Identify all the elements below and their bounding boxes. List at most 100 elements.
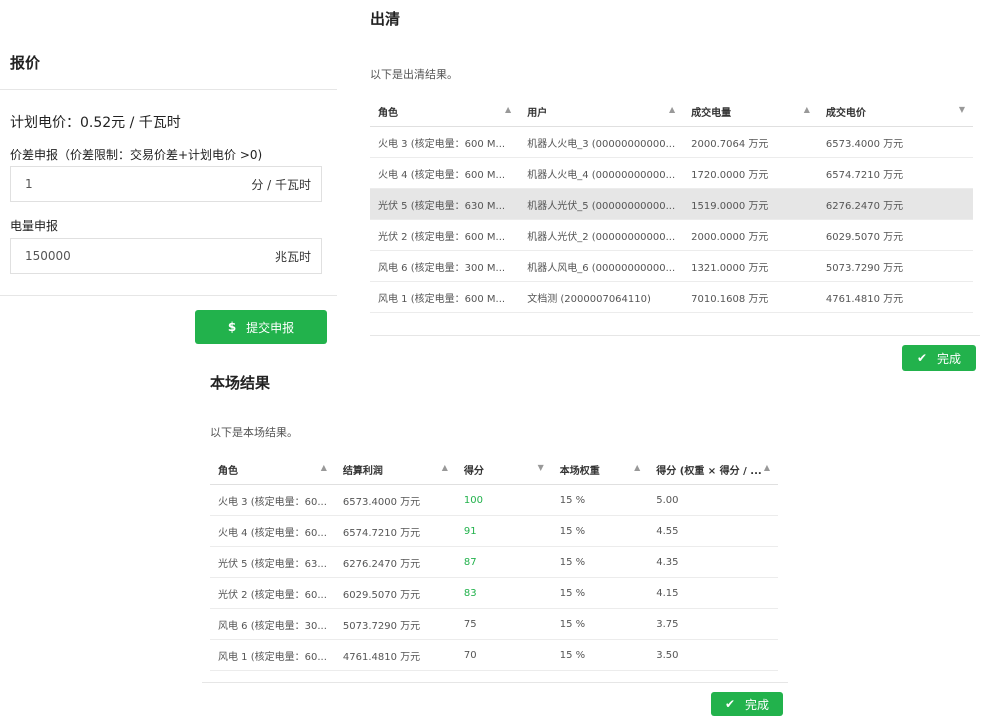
sort-icon[interactable]: ▲ [804, 105, 810, 114]
clearing-bottom-divider [370, 335, 980, 336]
clearing-table: 角色 ▲ 用户 ▲ 成交电量 ▲ 成交电价 ▼ 火电 3 (核定电量：600 M... 机… [370, 96, 973, 313]
table-cell: 4761.4810 万元 [817, 281, 973, 313]
table-row[interactable]: 火电 3 (核定电量：60... 6573.4000 万元 100 15 % 5.00 [210, 484, 778, 516]
table-cell: 87 [455, 546, 552, 578]
energy-label: 电量申报 [10, 219, 59, 233]
energy-value[interactable]: 150000 [25, 249, 71, 263]
clearing-table-wrap: 角色 ▲ 用户 ▲ 成交电量 ▲ 成交电价 ▼ 火电 3 (核定电量：600 M... 机… [370, 96, 973, 313]
table-cell: 火电 4 (核定电量：600 M... [370, 157, 520, 189]
table-row[interactable]: 光伏 2 (核定电量：600 M... 机器人光伏_2 (00000000000.… [370, 219, 973, 251]
sort-icon[interactable]: ▲ [634, 463, 640, 472]
table-cell: 6276.2470 万元 [817, 188, 973, 220]
plan-price-text: 计划电价：0.52元 / 千瓦时 [10, 115, 181, 131]
clearing-done-button[interactable]: ✔ 完成 [902, 345, 976, 371]
table-cell: 5073.7290 万元 [334, 608, 456, 640]
table-row[interactable]: 风电 6 (核定电量：300 M... 机器人风电_6 (00000000000.… [370, 250, 973, 282]
table-cell: 光伏 5 (核定电量：63... [210, 546, 335, 578]
submit-bid-button[interactable]: $ 提交申报 [195, 310, 327, 344]
submit-bid-label: 提交申报 [246, 320, 295, 335]
table-cell: 91 [455, 515, 552, 547]
clearing-done-label: 完成 [937, 351, 962, 366]
results-col-role[interactable]: 角色 ▲ [210, 454, 335, 485]
table-cell: 5.00 [648, 484, 778, 516]
table-cell: 15 % [551, 484, 649, 516]
price-diff-label: 价差申报（价差限制：交易价差+计划电价 >0) [10, 148, 263, 162]
table-cell: 1720.0000 万元 [683, 157, 818, 189]
table-cell: 83 [455, 577, 552, 609]
table-cell: 火电 3 (核定电量：60... [210, 484, 335, 516]
sort-icon[interactable]: ▲ [442, 463, 448, 472]
sort-icon[interactable]: ▲ [321, 463, 327, 472]
table-cell: 4761.4810 万元 [334, 639, 456, 671]
table-cell: 机器人火电_3 (00000000000... [519, 126, 684, 158]
price-diff-value[interactable]: 1 [25, 177, 33, 191]
results-bottom-divider [202, 682, 788, 683]
results-done-label: 完成 [745, 697, 770, 712]
table-row[interactable]: 风电 1 (核定电量：600 M... 文档测 (2000007064110) 70… [370, 281, 973, 313]
table-cell: 文档测 (2000007064110) [519, 281, 684, 313]
table-cell: 6029.5070 万元 [334, 577, 456, 609]
table-cell: 70 [455, 639, 552, 671]
clearing-hint: 以下是出清结果。 [370, 68, 458, 81]
sort-icon[interactable]: ▼ [538, 463, 544, 472]
table-cell: 1321.0000 万元 [683, 250, 818, 282]
table-cell: 光伏 2 (核定电量：60... [210, 577, 335, 609]
table-cell: 4.55 [648, 515, 778, 547]
table-row[interactable]: 火电 3 (核定电量：600 M... 机器人火电_3 (00000000000.… [370, 126, 973, 158]
table-row[interactable]: 光伏 5 (核定电量：63... 6276.2470 万元 87 15 % 4.35 [210, 546, 778, 578]
table-row[interactable]: 火电 4 (核定电量：60... 6574.7210 万元 91 15 % 4.55 [210, 515, 778, 547]
table-cell: 2000.7064 万元 [683, 126, 818, 158]
table-cell: 机器人风电_6 (00000000000... [519, 250, 684, 282]
clearing-col-price[interactable]: 成交电价 ▼ [817, 96, 973, 127]
results-col-score[interactable]: 得分 ▼ [455, 454, 552, 485]
table-cell: 6573.4000 万元 [334, 484, 456, 516]
table-cell: 风电 1 (核定电量：60... [210, 639, 335, 671]
table-cell: 2000.0000 万元 [683, 219, 818, 251]
energy-field[interactable]: 150000 兆瓦时 [10, 238, 322, 274]
table-cell: 6574.7210 万元 [817, 157, 973, 189]
quote-divider [0, 89, 337, 90]
results-col-weight[interactable]: 本场权重 ▲ [551, 454, 649, 485]
results-table-wrap: 角色 ▲ 结算利润 ▲ 得分 ▼ 本场权重 ▲ 得分 (权重 × 得分 / ... ▲ 火… [210, 454, 778, 671]
price-diff-field[interactable]: 1 分 / 千瓦时 [10, 166, 322, 202]
table-cell: 100 [455, 484, 552, 516]
clearing-col-role[interactable]: 角色 ▲ [370, 96, 520, 127]
table-row[interactable]: 光伏 2 (核定电量：60... 6029.5070 万元 83 15 % 4.15 [210, 577, 778, 609]
table-row[interactable]: 风电 1 (核定电量：60... 4761.4810 万元 70 15 % 3.50 [210, 639, 778, 671]
results-col-weighted[interactable]: 得分 (权重 × 得分 / ... ▲ [648, 454, 778, 485]
check-icon: ✔ [916, 351, 928, 365]
quote-title: 报价 [10, 54, 41, 72]
sort-icon[interactable]: ▲ [764, 463, 770, 472]
results-col-profit[interactable]: 结算利润 ▲ [334, 454, 456, 485]
clearing-col-volume[interactable]: 成交电量 ▲ [683, 96, 818, 127]
table-cell: 机器人光伏_2 (00000000000... [519, 219, 684, 251]
table-cell: 6276.2470 万元 [334, 546, 456, 578]
results-hint: 以下是本场结果。 [210, 426, 298, 439]
table-cell: 6574.7210 万元 [334, 515, 456, 547]
table-cell: 15 % [551, 608, 649, 640]
table-cell: 风电 1 (核定电量：600 M... [370, 281, 520, 313]
table-cell: 火电 4 (核定电量：60... [210, 515, 335, 547]
table-cell: 机器人光伏_5 (00000000000... [519, 188, 684, 220]
table-cell: 火电 3 (核定电量：600 M... [370, 126, 520, 158]
table-cell: 3.75 [648, 608, 778, 640]
results-done-button[interactable]: ✔ 完成 [711, 692, 783, 716]
sort-icon[interactable]: ▼ [959, 105, 965, 114]
table-row[interactable]: 光伏 5 (核定电量：630 M... 机器人光伏_5 (00000000000.… [370, 188, 973, 220]
dollar-icon: $ [227, 320, 237, 334]
clearing-title: 出清 [370, 10, 401, 28]
table-row[interactable]: 火电 4 (核定电量：600 M... 机器人火电_4 (00000000000.… [370, 157, 973, 189]
table-cell: 4.35 [648, 546, 778, 578]
quote-bottom-divider [0, 295, 337, 296]
table-cell: 4.15 [648, 577, 778, 609]
table-cell: 7010.1608 万元 [683, 281, 818, 313]
table-cell: 15 % [551, 639, 649, 671]
table-cell: 15 % [551, 546, 649, 578]
table-row[interactable]: 风电 6 (核定电量：30... 5073.7290 万元 75 15 % 3.75 [210, 608, 778, 640]
table-cell: 风电 6 (核定电量：300 M... [370, 250, 520, 282]
clearing-col-user[interactable]: 用户 ▲ [519, 96, 684, 127]
table-cell: 1519.0000 万元 [683, 188, 818, 220]
sort-icon[interactable]: ▲ [669, 105, 675, 114]
sort-icon[interactable]: ▲ [505, 105, 511, 114]
table-cell: 6573.4000 万元 [817, 126, 973, 158]
